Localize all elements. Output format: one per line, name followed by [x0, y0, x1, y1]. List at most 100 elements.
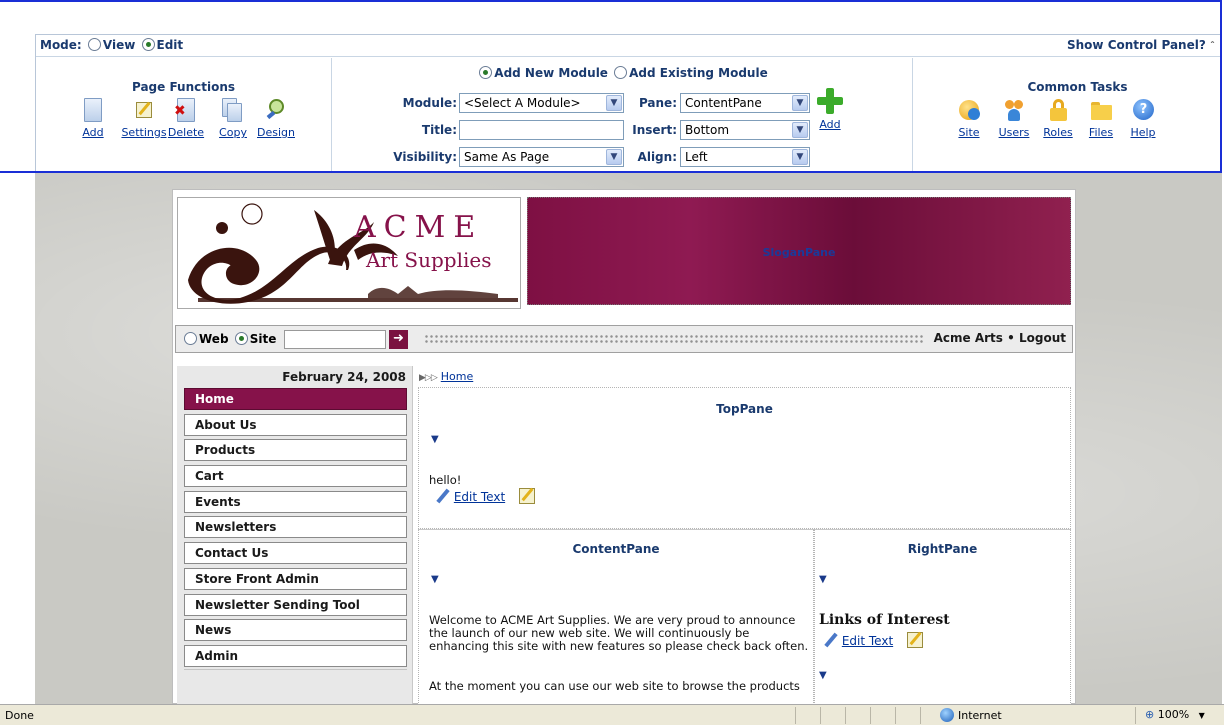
- zoom-control[interactable]: ⊕ 100% ▼: [1145, 708, 1205, 721]
- align-select[interactable]: Left ▼: [680, 147, 810, 167]
- add-module-action[interactable]: Add: [815, 88, 845, 131]
- page-settings-action[interactable]: Settings: [114, 98, 174, 139]
- nav-item-cart[interactable]: Cart: [184, 465, 407, 488]
- chevron-down-icon[interactable]: ▼: [606, 95, 622, 111]
- page-design-action[interactable]: Design: [254, 98, 298, 139]
- module-actions-caret-icon[interactable]: ▼: [431, 574, 439, 585]
- logout-link[interactable]: Logout: [1019, 331, 1066, 345]
- visibility-select[interactable]: Same As Page ▼: [459, 147, 624, 167]
- task-roles-link[interactable]: Roles: [1043, 126, 1072, 139]
- chevron-down-icon[interactable]: ▼: [606, 149, 622, 165]
- show-control-panel-toggle[interactable]: Show Control Panel? ˆ: [1067, 38, 1215, 52]
- page-add-icon[interactable]: [84, 98, 102, 122]
- files-folder-icon[interactable]: [1090, 98, 1112, 122]
- task-files-link[interactable]: Files: [1089, 126, 1113, 139]
- search-input[interactable]: [284, 330, 386, 349]
- chevron-down-icon[interactable]: ▼: [792, 95, 808, 111]
- design-magnifier-icon[interactable]: [265, 98, 287, 122]
- zoom-dropdown-icon[interactable]: ▼: [1199, 711, 1205, 720]
- zoom-magnifier-icon[interactable]: ⊕: [1145, 708, 1154, 721]
- right-pane-edit-text-link[interactable]: Edit Text: [842, 634, 893, 648]
- add-new-module-label[interactable]: Add New Module: [494, 66, 608, 80]
- pane-label: Pane:: [638, 96, 677, 110]
- top-pane-edit-text-link[interactable]: Edit Text: [454, 490, 505, 504]
- pane-select[interactable]: ContentPane ▼: [680, 93, 810, 113]
- nav-item-admin[interactable]: Admin: [184, 644, 407, 667]
- nav-item-newsletter-sending-tool[interactable]: Newsletter Sending Tool: [184, 593, 407, 616]
- delete-icon[interactable]: ✖: [174, 98, 195, 122]
- mode-edit-label[interactable]: Edit: [157, 38, 184, 52]
- insert-select-value: Bottom: [685, 123, 730, 137]
- mode-view-label[interactable]: View: [103, 38, 135, 52]
- site-globe-icon[interactable]: [958, 98, 980, 122]
- search-site-label[interactable]: Site: [250, 332, 277, 346]
- module-actions-caret-icon[interactable]: ▼: [431, 434, 439, 445]
- add-plus-icon[interactable]: [817, 88, 843, 114]
- task-users-action[interactable]: Users: [996, 98, 1032, 139]
- page-delete-link[interactable]: Delete: [168, 126, 204, 139]
- nav-item-newsletters[interactable]: Newsletters: [184, 516, 407, 539]
- right-pane-title: RightPane: [907, 542, 978, 556]
- search-web-radio[interactable]: [184, 332, 197, 345]
- page-add-action[interactable]: Add: [78, 98, 108, 139]
- collapse-chevron-icon[interactable]: ˆ: [1210, 41, 1215, 52]
- edit-pencil-icon[interactable]: [435, 488, 450, 504]
- edit-settings-icon[interactable]: [906, 632, 923, 648]
- page-add-link[interactable]: Add: [82, 126, 103, 139]
- show-control-panel-label[interactable]: Show Control Panel?: [1067, 38, 1206, 52]
- add-existing-module-radio[interactable]: [614, 66, 628, 79]
- search-go-arrow-icon[interactable]: ➜: [389, 330, 408, 349]
- mode-edit-radio[interactable]: [141, 38, 155, 51]
- task-roles-action[interactable]: Roles: [1040, 98, 1076, 139]
- add-existing-module-label[interactable]: Add Existing Module: [629, 66, 768, 80]
- task-users-link[interactable]: Users: [999, 126, 1030, 139]
- title-input[interactable]: [459, 120, 624, 140]
- task-site-link[interactable]: Site: [958, 126, 979, 139]
- chevron-down-icon[interactable]: ▼: [792, 149, 808, 165]
- logo-subtitle: Art Supplies: [366, 248, 492, 272]
- page-delete-action[interactable]: ✖ Delete: [166, 98, 206, 139]
- nav-item-news[interactable]: News: [184, 619, 407, 642]
- page-settings-link[interactable]: Settings: [121, 126, 166, 139]
- nav-item-about-us[interactable]: About Us: [184, 413, 407, 436]
- user-name-link[interactable]: Acme Arts: [934, 331, 1003, 345]
- breadcrumb-home-link[interactable]: Home: [441, 370, 473, 383]
- users-icon[interactable]: [1003, 98, 1025, 122]
- nav-item-products[interactable]: Products: [184, 439, 407, 462]
- module-actions-caret-icon[interactable]: ▼: [819, 574, 827, 585]
- module-select[interactable]: <Select A Module> ▼: [459, 93, 624, 113]
- common-tasks-section: Common Tasks Site Users Roles Files ? He…: [914, 58, 1221, 171]
- mode-label: Mode:: [40, 38, 82, 52]
- decorative-dots: [424, 334, 924, 344]
- control-panel: Mode: View Edit Show Control Panel? ˆ Pa…: [35, 34, 1222, 172]
- zoom-level[interactable]: 100%: [1158, 708, 1189, 721]
- roles-lock-icon[interactable]: [1047, 98, 1069, 122]
- add-module-link[interactable]: Add: [819, 118, 840, 131]
- page-design-link[interactable]: Design: [257, 126, 295, 139]
- nav-item-store-front-admin[interactable]: Store Front Admin: [184, 567, 407, 590]
- task-site-action[interactable]: Site: [954, 98, 984, 139]
- task-files-action[interactable]: Files: [1084, 98, 1118, 139]
- browser-status-bar: Done Internet ⊕ 100% ▼: [0, 704, 1224, 725]
- task-help-link[interactable]: Help: [1130, 126, 1155, 139]
- mode-bar: Mode: View Edit Show Control Panel? ˆ: [36, 35, 1221, 57]
- settings-pencil-icon[interactable]: [133, 98, 155, 122]
- mode-view-radio[interactable]: [87, 38, 101, 51]
- nav-item-home[interactable]: Home: [184, 388, 407, 410]
- page-copy-link[interactable]: Copy: [219, 126, 247, 139]
- module-actions-caret-icon[interactable]: ▼: [819, 670, 827, 681]
- search-web-label[interactable]: Web: [199, 332, 229, 346]
- task-help-action[interactable]: ? Help: [1126, 98, 1160, 139]
- search-site-radio[interactable]: [234, 332, 248, 345]
- copy-icon[interactable]: [222, 98, 244, 122]
- insert-select[interactable]: Bottom ▼: [680, 120, 810, 140]
- site-page: ACME Art Supplies SloganPane Web Site ➜ …: [172, 189, 1076, 705]
- nav-item-events[interactable]: Events: [184, 490, 407, 513]
- page-copy-action[interactable]: Copy: [216, 98, 250, 139]
- add-new-module-radio[interactable]: [479, 66, 493, 79]
- edit-settings-icon[interactable]: [518, 488, 535, 504]
- edit-pencil-icon[interactable]: [823, 632, 838, 648]
- chevron-down-icon[interactable]: ▼: [792, 122, 808, 138]
- nav-item-contact-us[interactable]: Contact Us: [184, 542, 407, 565]
- help-question-icon[interactable]: ?: [1132, 98, 1154, 122]
